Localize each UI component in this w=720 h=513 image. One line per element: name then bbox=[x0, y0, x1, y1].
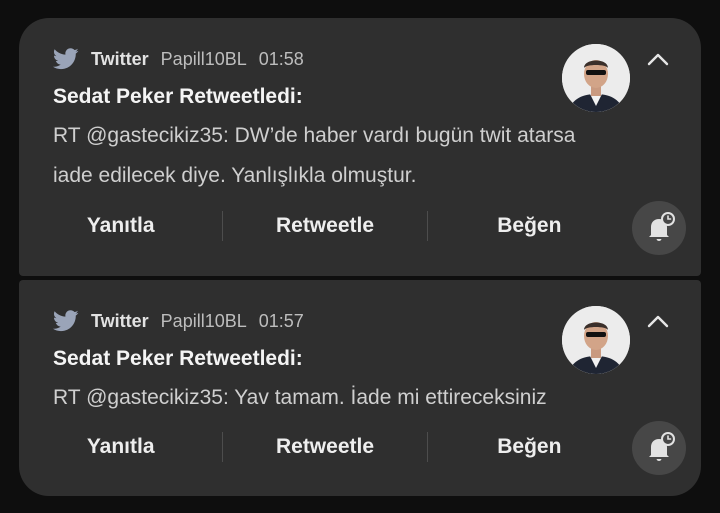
notification-title: Sedat Peker Retweetledi: bbox=[53, 85, 303, 108]
timestamp: 01:58 bbox=[258, 48, 304, 69]
timestamp: 01:57 bbox=[258, 310, 304, 331]
like-button[interactable]: Beğen bbox=[428, 201, 631, 251]
twitter-bird-icon bbox=[53, 310, 79, 332]
notification-header: Twitter Papill10BL 01:58 bbox=[53, 48, 304, 70]
body-line: iade edilecek diye. Yanlışlıkla olmuştur… bbox=[53, 164, 417, 187]
notification-actions: Yanıtla Retweetle Beğen bbox=[19, 422, 631, 472]
like-button[interactable]: Beğen bbox=[428, 422, 631, 472]
body-line: RT @gastecikiz35: Yav tamam. İade mi ett… bbox=[53, 386, 547, 409]
account-name: Papill10BL bbox=[160, 48, 247, 69]
notification-card-1[interactable]: Twitter Papill10BL 01:58 Sedat Peker Ret… bbox=[19, 18, 701, 276]
retweet-button[interactable]: Retweetle bbox=[223, 422, 426, 472]
notification-body: RT @gastecikiz35: DW’de haber vardı bugü… bbox=[53, 116, 613, 196]
notification-card-2[interactable]: Twitter Papill10BL 01:57 Sedat Peker Ret… bbox=[19, 280, 701, 496]
account-name: Papill10BL bbox=[160, 310, 247, 331]
app-name: Twitter bbox=[91, 310, 149, 331]
twitter-bird-icon bbox=[53, 48, 79, 70]
chevron-up-icon[interactable] bbox=[646, 51, 670, 67]
notification-title: Sedat Peker Retweetledi: bbox=[53, 347, 303, 370]
notification-actions: Yanıtla Retweetle Beğen bbox=[19, 201, 631, 251]
body-line: RT @gastecikiz35: DW’de haber vardı bugü… bbox=[53, 124, 576, 147]
reply-button[interactable]: Yanıtla bbox=[19, 422, 222, 472]
avatar bbox=[562, 306, 630, 374]
retweet-button[interactable]: Retweetle bbox=[223, 201, 426, 251]
bell-snooze-icon[interactable] bbox=[632, 201, 686, 255]
app-name: Twitter bbox=[91, 48, 149, 69]
chevron-up-icon[interactable] bbox=[646, 313, 670, 329]
notification-header: Twitter Papill10BL 01:57 bbox=[53, 310, 304, 332]
bell-snooze-icon[interactable] bbox=[632, 421, 686, 475]
notification-body: RT @gastecikiz35: Yav tamam. İade mi ett… bbox=[53, 378, 613, 418]
avatar bbox=[562, 44, 630, 112]
reply-button[interactable]: Yanıtla bbox=[19, 201, 222, 251]
